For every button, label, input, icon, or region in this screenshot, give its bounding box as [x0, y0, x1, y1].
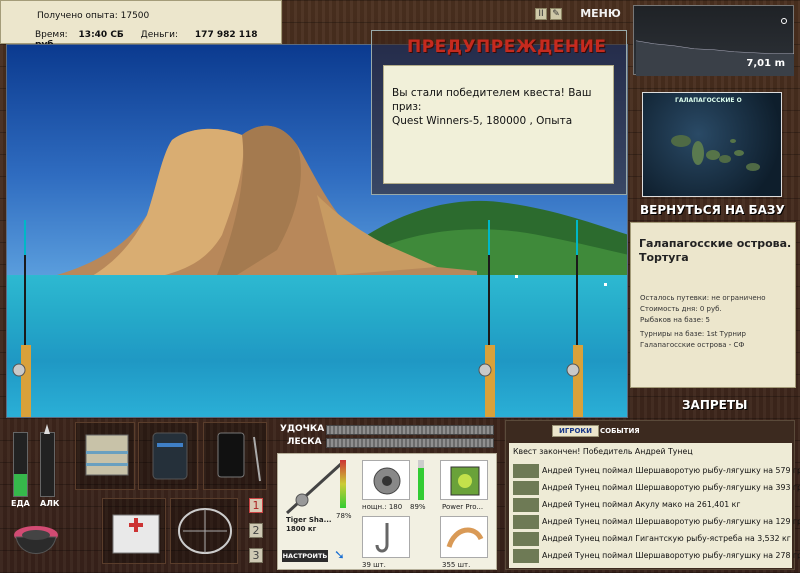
first-aid-slot[interactable] — [102, 498, 166, 564]
player-stats-panel: Получено опыта: 17500 Время: 13:40 СБ Де… — [0, 0, 282, 50]
fishing-rod-3 — [566, 220, 583, 417]
event-row: Андрей Тунец поймал Шершаворотую рыбу-ля… — [542, 551, 800, 560]
time-value: 13:40 СБ — [78, 30, 124, 40]
event-row: Андрей Тунец поймал Шершаворотую рыбу-ля… — [542, 517, 800, 526]
line-label: Power Pro... — [442, 503, 484, 511]
setup-button[interactable]: НАСТРОИТЬ — [282, 550, 328, 562]
pause-icon[interactable]: II — [535, 7, 547, 20]
fish-icon — [513, 481, 539, 495]
phone-icon — [217, 432, 261, 482]
return-to-base-button[interactable]: ВЕРНУТЬСЯ НА БАЗУ — [640, 203, 785, 217]
food-bowl-icon[interactable] — [10, 515, 62, 563]
settings-icon[interactable]: ✎ — [550, 7, 562, 20]
bans-button[interactable]: ЗАПРЕТЫ — [682, 398, 747, 412]
tab-events[interactable]: СОБЫТИЯ — [600, 427, 640, 435]
tab-players[interactable]: ИГРОКИ — [552, 425, 599, 437]
warning-title: ПРЕДУПРЕЖДЕНИЕ — [407, 37, 607, 57]
xp-row: Получено опыта: 17500 — [37, 11, 149, 21]
location-title: Галапагосские острова. Тортуга — [639, 237, 792, 264]
events-list: Квест закончен! Победитель Андрей Тунец … — [509, 443, 800, 568]
fishing-line-spool-icon — [450, 466, 480, 496]
location-detail-line: Стоимость дня: 0 руб. — [640, 305, 722, 313]
location-detail-line: Турниры на базе: 1st Турнир — [640, 330, 746, 338]
food-label: ЕДА — [11, 499, 30, 508]
phone-slot[interactable] — [203, 422, 267, 490]
hooks-count: 39 шт. — [362, 561, 386, 569]
alcohol-label: АЛК — [40, 499, 60, 508]
line-bar-label: ЛЕСКА — [287, 437, 322, 447]
location-detail-line: Галапагосские острова - СФ — [640, 341, 745, 349]
fish-icon — [513, 515, 539, 529]
xp-value: 17500 — [120, 11, 150, 21]
islands-map — [671, 135, 760, 171]
money-label: Деньги: — [140, 30, 179, 40]
bait-count: 355 шт. — [442, 561, 471, 569]
menu-button[interactable]: МЕНЮ — [580, 7, 621, 20]
rod-bar-label: УДОЧКА — [280, 424, 325, 434]
event-row: Андрей Тунец поймал Шершаворотую рыбу-ля… — [542, 483, 800, 492]
fishing-rod-2 — [478, 220, 495, 417]
warning-message-line: Quest Winners-5, 180000 , Опыта — [392, 115, 573, 127]
hooks-slot[interactable] — [362, 516, 410, 558]
reel-percent: 89% — [410, 503, 426, 511]
rod-weight: 1800 кг — [286, 525, 317, 533]
food-gauge-fill — [14, 473, 27, 496]
alcohol-gauge-tip-icon — [44, 424, 50, 434]
warning-message-box: Вы стали победителем квеста! Ваш приз: Q… — [383, 65, 614, 184]
rod-name: Tiger Sha... — [286, 516, 332, 524]
fish-icon — [513, 498, 539, 512]
inventory-page-3[interactable]: 3 — [249, 548, 263, 563]
setup-arrow-icon[interactable]: ➘ — [334, 548, 345, 563]
hook-icon — [375, 523, 389, 553]
shrimp-bait-icon — [446, 527, 484, 548]
tackle-box-slot[interactable] — [75, 422, 135, 490]
events-panel: ИГРОКИ СОБЫТИЯ Квест закончен! Победител… — [505, 420, 800, 570]
xp-label: Получено опыта: — [37, 11, 118, 21]
tackle-panel: 78% Tiger Sha... 1800 кг нощн.: 180 89% … — [277, 453, 497, 570]
landing-net-slot[interactable] — [170, 498, 238, 564]
event-row: Андрей Тунец поймал Акулу мако на 261,40… — [542, 500, 741, 509]
map-thumbnail[interactable]: ГАЛАПАГОССКИЕ О — [642, 92, 782, 197]
fish-icon — [513, 464, 539, 478]
reel-label: нощн.: 180 — [362, 503, 403, 511]
event-row: Квест закончен! Победитель Андрей Тунец — [513, 447, 693, 456]
depth-marker-icon — [781, 18, 787, 24]
backpack-icon — [152, 432, 188, 480]
fish-icon — [513, 549, 539, 563]
location-details: Осталось путевки: не ограничено Стоимост… — [640, 293, 766, 351]
depth-sounder: 7,01 m — [633, 5, 794, 76]
location-info-panel: Галапагосские острова. Тортуга Осталось … — [630, 222, 796, 388]
fish-icon — [513, 532, 539, 546]
event-row: Андрей Тунец поймал Шершаворотую рыбу-ля… — [542, 466, 800, 475]
bait-slot[interactable] — [440, 516, 488, 558]
inventory-page-2[interactable]: 2 — [249, 523, 263, 538]
food-gauge — [13, 432, 28, 497]
landing-net-icon — [178, 508, 232, 554]
inventory-page-1[interactable]: 1 — [249, 498, 263, 513]
rod-wear-bar — [340, 460, 346, 508]
fishing-rod-1 — [12, 220, 31, 417]
map-title: ГАЛАПАГОССКИЕ О — [675, 97, 742, 104]
rod-percent: 78% — [336, 512, 352, 520]
reel-wear-bar — [418, 460, 424, 500]
depth-value: 7,01 m — [746, 58, 785, 69]
rod-tension-bar — [326, 425, 494, 435]
first-aid-kit-icon — [112, 514, 160, 554]
event-row: Андрей Тунец поймал Гигантскую рыбу-ястр… — [542, 534, 791, 543]
tackle-box-icon — [85, 434, 129, 476]
reel-icon — [373, 467, 401, 495]
line-tension-bar — [326, 438, 494, 448]
warning-message-line: Вы стали победителем квеста! Ваш приз: — [392, 87, 592, 113]
location-detail-line: Осталось путевки: не ограничено — [640, 294, 766, 302]
backpack-slot[interactable] — [138, 422, 198, 490]
alcohol-gauge — [40, 432, 55, 497]
location-detail-line: Рыбаков на базе: 5 — [640, 316, 710, 324]
line-slot[interactable] — [440, 460, 488, 500]
reel-slot[interactable] — [362, 460, 410, 500]
time-label: Время: — [35, 30, 68, 40]
menu-bar: II ✎ МЕНЮ — [535, 7, 621, 25]
